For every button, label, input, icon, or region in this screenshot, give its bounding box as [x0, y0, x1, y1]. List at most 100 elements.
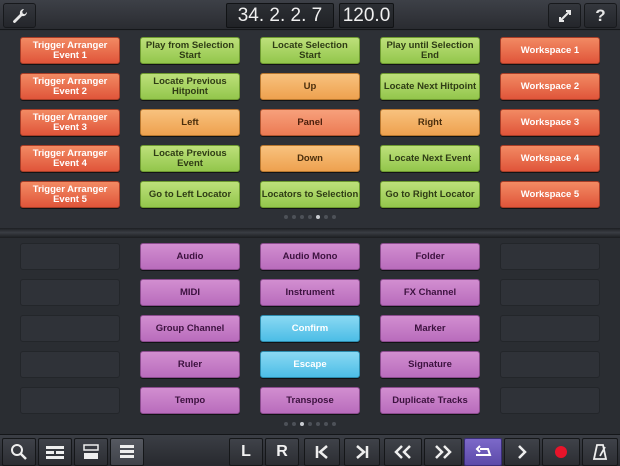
pad-down[interactable]: Down — [260, 145, 360, 172]
right-locator-button[interactable]: R — [265, 438, 299, 466]
go-to-end-icon — [354, 444, 370, 460]
go-to-end-button[interactable] — [344, 438, 380, 466]
page-dot[interactable] — [332, 422, 336, 426]
page-dot[interactable] — [300, 422, 304, 426]
wrench-button[interactable] — [3, 3, 36, 28]
pad-trigger-arranger-event-2[interactable]: Trigger Arranger Event 2 — [20, 73, 120, 100]
pad-locate-previous-hitpoint[interactable]: Locate Previous Hitpoint — [140, 73, 240, 100]
expand-button[interactable] — [548, 3, 581, 28]
left-locator-button[interactable]: L — [229, 438, 263, 466]
pad-confirm[interactable]: Confirm — [260, 315, 360, 342]
bottom-page-indicator[interactable] — [0, 422, 620, 426]
panel-divider-handle[interactable] — [0, 228, 620, 238]
pad-transpose[interactable]: Transpose — [260, 387, 360, 414]
page-dot[interactable] — [284, 422, 288, 426]
pad-folder[interactable]: Folder — [380, 243, 480, 270]
cycle-icon — [472, 444, 494, 460]
go-to-start-icon — [314, 444, 330, 460]
record-icon — [554, 445, 568, 459]
empty-pad — [500, 315, 600, 342]
cycle-button[interactable] — [464, 438, 502, 466]
page-dot[interactable] — [284, 215, 288, 219]
pad-trigger-arranger-event-1[interactable]: Trigger Arranger Event 1 — [20, 37, 120, 64]
keypad-layout-button[interactable] — [110, 438, 144, 466]
help-icon: ? — [595, 5, 606, 25]
page-dot[interactable] — [332, 215, 336, 219]
pad-trigger-arranger-event-5[interactable]: Trigger Arranger Event 5 — [20, 181, 120, 208]
expand-icon — [556, 7, 574, 25]
empty-pad — [500, 387, 600, 414]
pad-go-to-right-locator[interactable]: Go to Right Locator — [380, 181, 480, 208]
mixer-layout-button[interactable] — [38, 438, 72, 466]
record-button[interactable] — [542, 438, 580, 466]
keypad-layout-icon — [118, 443, 136, 461]
page-dot[interactable] — [324, 422, 328, 426]
pad-up[interactable]: Up — [260, 73, 360, 100]
page-dot[interactable] — [308, 215, 312, 219]
page-dot[interactable] — [316, 422, 320, 426]
pad-workspace-5[interactable]: Workspace 5 — [500, 181, 600, 208]
pad-audio[interactable]: Audio — [140, 243, 240, 270]
top-bar: 34. 2. 2. 7 120.0 ? — [0, 0, 620, 30]
pad-left[interactable]: Left — [140, 109, 240, 136]
empty-pad — [20, 351, 120, 378]
pad-ruler[interactable]: Ruler — [140, 351, 240, 378]
metronome-icon — [592, 443, 608, 461]
empty-pad — [500, 351, 600, 378]
search-icon — [9, 442, 29, 462]
transport-bar: L R — [0, 434, 620, 466]
pad-marker[interactable]: Marker — [380, 315, 480, 342]
pad-locate-selection-start[interactable]: Locate Selection Start — [260, 37, 360, 64]
page-dot[interactable] — [292, 215, 296, 219]
pad-escape[interactable]: Escape — [260, 351, 360, 378]
play-button[interactable] — [504, 438, 540, 466]
pad-audio-mono[interactable]: Audio Mono — [260, 243, 360, 270]
pad-workspace-2[interactable]: Workspace 2 — [500, 73, 600, 100]
empty-pad — [500, 243, 600, 270]
mixer-layout-icon — [44, 443, 66, 461]
pad-right[interactable]: Right — [380, 109, 480, 136]
pad-panel[interactable]: Panel — [260, 109, 360, 136]
pad-locate-next-hitpoint[interactable]: Locate Next Hitpoint — [380, 73, 480, 100]
metronome-button[interactable] — [582, 438, 618, 466]
pad-trigger-arranger-event-3[interactable]: Trigger Arranger Event 3 — [20, 109, 120, 136]
pad-tempo[interactable]: Tempo — [140, 387, 240, 414]
empty-pad — [20, 315, 120, 342]
page-dot[interactable] — [300, 215, 304, 219]
pad-workspace-1[interactable]: Workspace 1 — [500, 37, 600, 64]
page-dot[interactable] — [308, 422, 312, 426]
rewind-button[interactable] — [384, 438, 422, 466]
fast-forward-button[interactable] — [424, 438, 462, 466]
pad-workspace-3[interactable]: Workspace 3 — [500, 109, 600, 136]
pad-workspace-4[interactable]: Workspace 4 — [500, 145, 600, 172]
pad-midi[interactable]: MIDI — [140, 279, 240, 306]
empty-pad — [20, 243, 120, 270]
pad-locate-next-event[interactable]: Locate Next Event — [380, 145, 480, 172]
pad-duplicate-tracks[interactable]: Duplicate Tracks — [380, 387, 480, 414]
arrange-layout-button[interactable] — [74, 438, 108, 466]
page-dot[interactable] — [324, 215, 328, 219]
tempo-display[interactable]: 120.0 — [339, 3, 394, 28]
pad-play-until-selection-end[interactable]: Play until Selection End — [380, 37, 480, 64]
go-to-start-button[interactable] — [304, 438, 340, 466]
page-dot[interactable] — [316, 215, 320, 219]
pad-signature[interactable]: Signature — [380, 351, 480, 378]
position-display[interactable]: 34. 2. 2. 7 — [226, 3, 334, 28]
empty-pad — [500, 279, 600, 306]
pad-instrument[interactable]: Instrument — [260, 279, 360, 306]
pad-fx-channel[interactable]: FX Channel — [380, 279, 480, 306]
pad-locate-previous-event[interactable]: Locate Previous Event — [140, 145, 240, 172]
arrange-layout-icon — [82, 443, 100, 461]
pad-trigger-arranger-event-4[interactable]: Trigger Arranger Event 4 — [20, 145, 120, 172]
pad-go-to-left-locator[interactable]: Go to Left Locator — [140, 181, 240, 208]
pad-locators-to-selection[interactable]: Locators to Selection — [260, 181, 360, 208]
empty-pad — [20, 279, 120, 306]
page-dot[interactable] — [292, 422, 296, 426]
top-page-indicator[interactable] — [0, 215, 620, 219]
search-button[interactable] — [2, 438, 36, 466]
rewind-icon — [393, 444, 413, 460]
fast-forward-icon — [433, 444, 453, 460]
pad-group-channel[interactable]: Group Channel — [140, 315, 240, 342]
pad-play-from-selection-start[interactable]: Play from Selection Start — [140, 37, 240, 64]
help-button[interactable]: ? — [584, 3, 617, 28]
